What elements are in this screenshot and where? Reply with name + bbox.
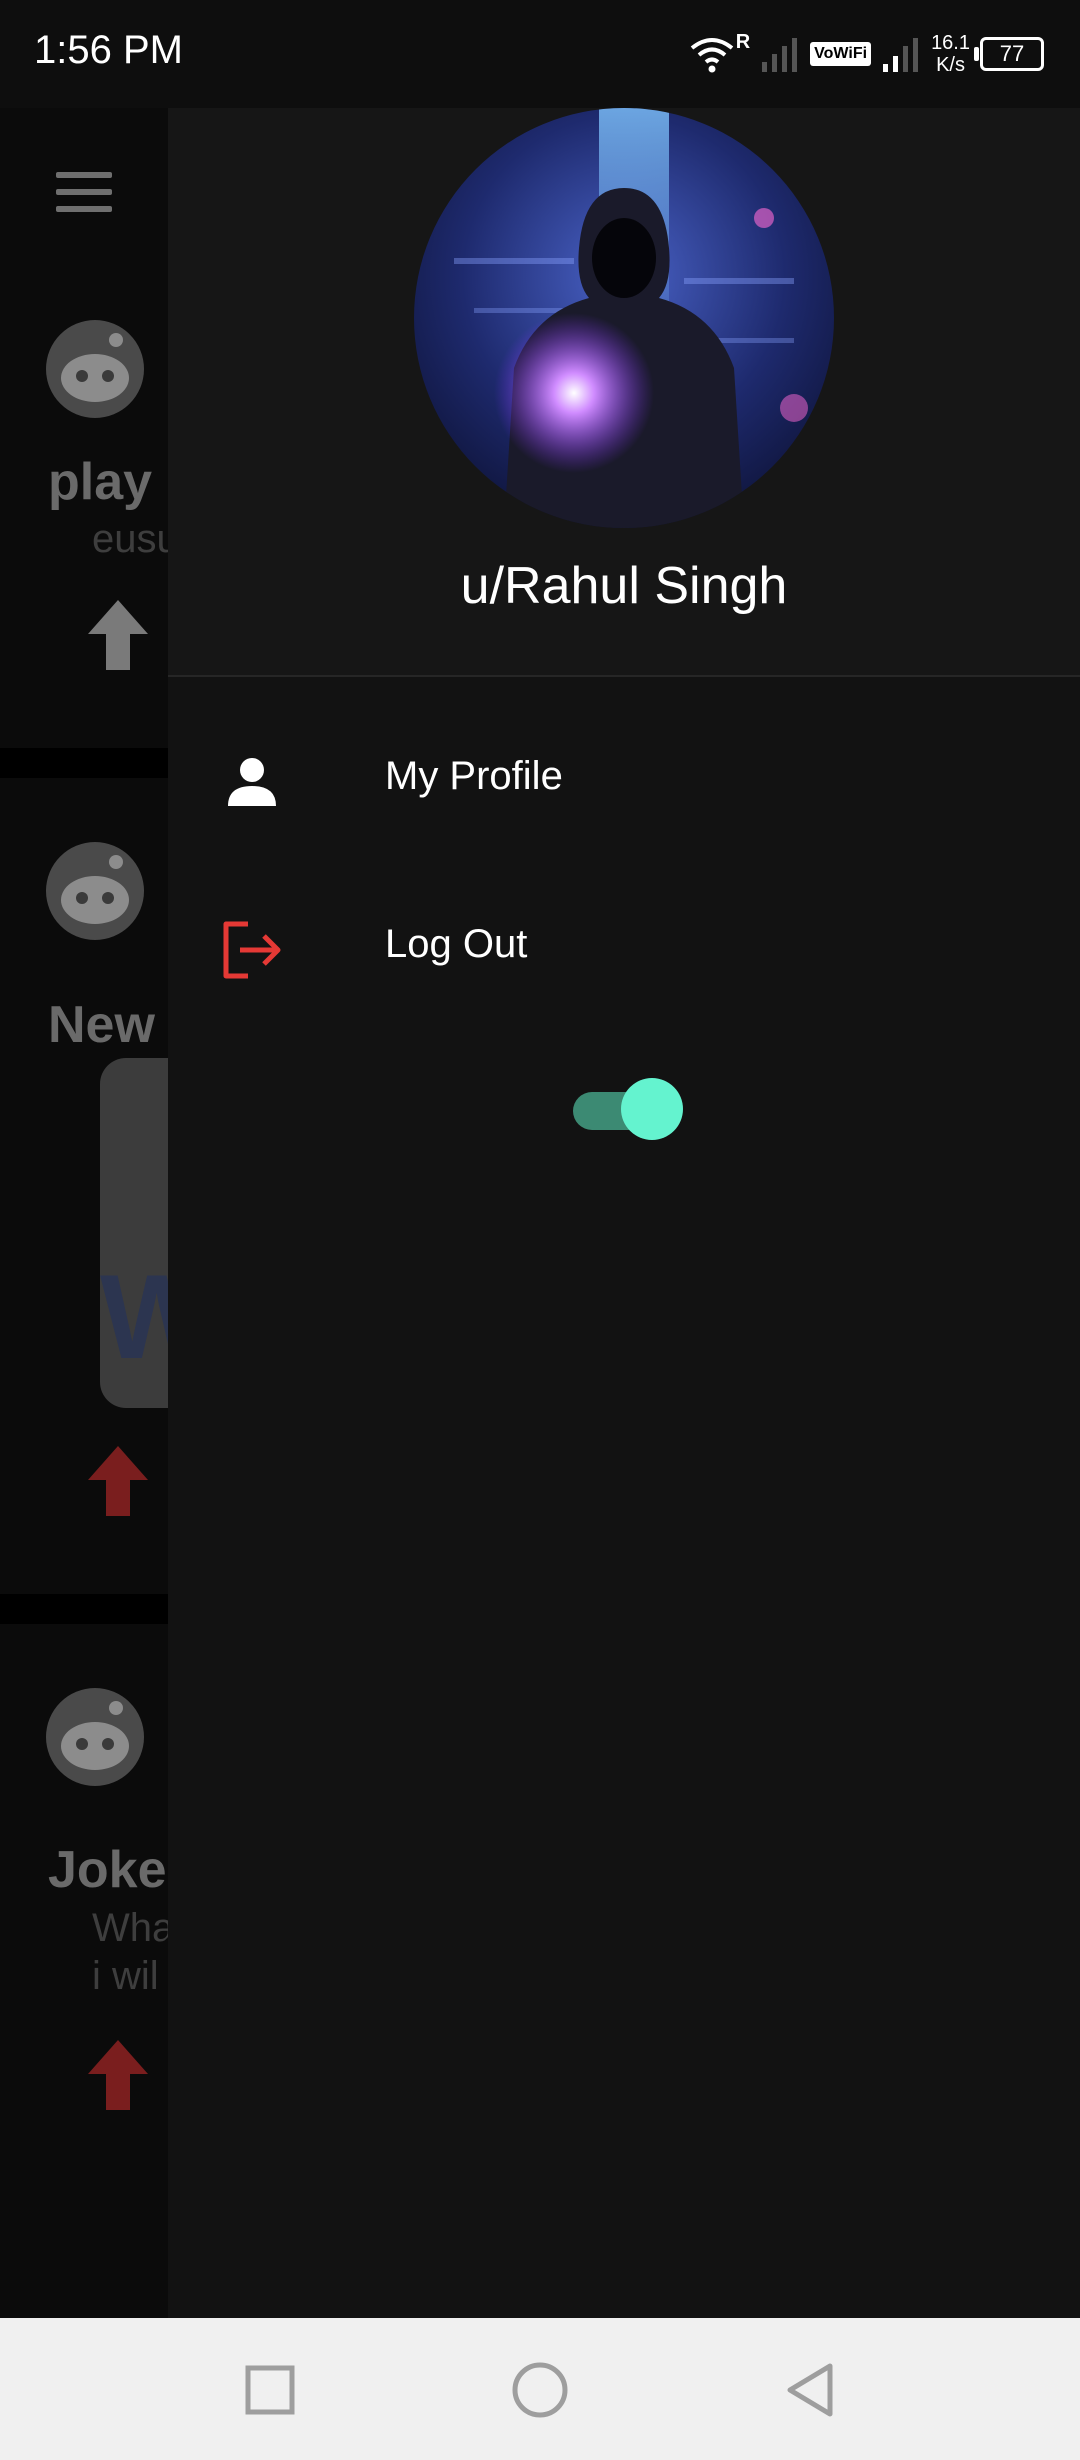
upvote-icon[interactable] bbox=[88, 2040, 148, 2110]
post-avatar bbox=[46, 320, 144, 418]
menu-item-label: Log Out bbox=[385, 922, 528, 966]
profile-avatar[interactable] bbox=[414, 108, 834, 528]
status-icons: R VoWiFi 16.1 K/s 77 bbox=[688, 26, 1044, 82]
navigation-drawer: u/Rahul Singh My Profile Log Out bbox=[168, 108, 1080, 2318]
signal-icon bbox=[883, 38, 919, 72]
wifi-icon bbox=[690, 38, 733, 73]
network-speed-unit: K/s bbox=[936, 54, 965, 76]
vowifi-icon: VoWiFi bbox=[810, 42, 872, 66]
system-nav-bar bbox=[0, 2318, 1080, 2460]
home-button[interactable] bbox=[508, 2358, 572, 2422]
drawer-username: u/Rahul Singh bbox=[460, 557, 788, 615]
menu-item-my-profile[interactable]: My Profile bbox=[168, 710, 1080, 850]
post-title: play bbox=[48, 453, 153, 511]
post-avatar bbox=[46, 842, 144, 940]
back-button[interactable] bbox=[778, 2358, 842, 2422]
post-body: eusu bbox=[92, 517, 179, 561]
status-time: 1:56 PM bbox=[34, 28, 183, 72]
battery-icon: 77 bbox=[974, 37, 1044, 71]
post-body: i wil bbox=[92, 1954, 159, 1998]
network-speed: 16.1 K/s bbox=[931, 32, 970, 76]
menu-item-label: My Profile bbox=[385, 754, 563, 798]
theme-toggle[interactable] bbox=[573, 1078, 683, 1142]
upvote-icon[interactable] bbox=[88, 600, 148, 670]
post-avatar bbox=[46, 1688, 144, 1786]
status-bar: 1:56 PM R VoWiFi 16.1 K/s 77 bbox=[0, 0, 1080, 108]
post-body: Wha bbox=[92, 1906, 175, 1950]
upvote-icon[interactable] bbox=[88, 1446, 148, 1516]
recents-button[interactable] bbox=[238, 2358, 302, 2422]
signal-icon bbox=[762, 38, 798, 72]
menu-item-log-out[interactable]: Log Out bbox=[168, 878, 1080, 1018]
hamburger-menu-icon[interactable] bbox=[56, 172, 112, 212]
person-icon bbox=[228, 758, 276, 806]
post-title: New bbox=[48, 996, 155, 1054]
logout-icon bbox=[223, 921, 281, 979]
drawer-header: u/Rahul Singh bbox=[168, 108, 1080, 677]
roaming-indicator: R bbox=[735, 30, 751, 53]
post-title: Joke bbox=[48, 1841, 167, 1899]
network-speed-value: 16.1 bbox=[931, 32, 970, 54]
toggle-knob bbox=[621, 1078, 683, 1140]
